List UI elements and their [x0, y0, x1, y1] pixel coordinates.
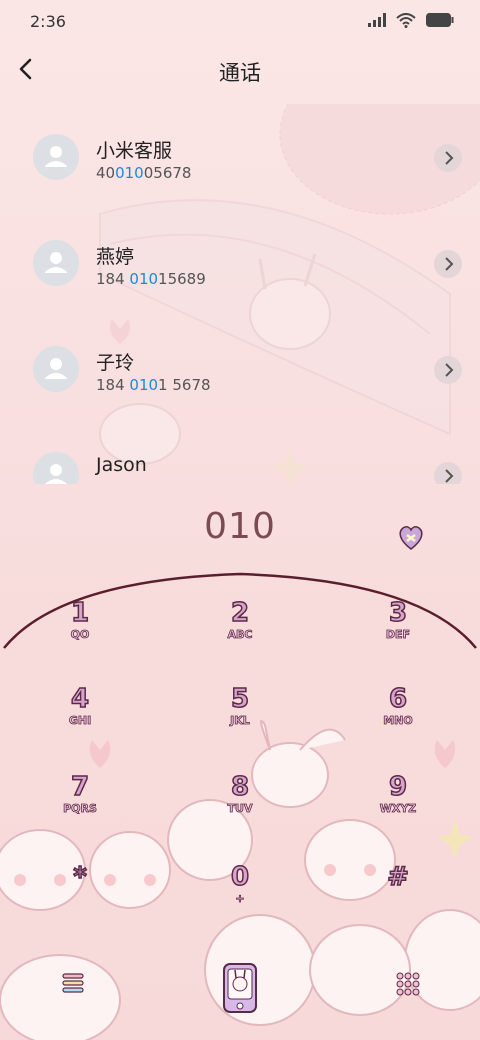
- chevron-right-icon[interactable]: [434, 462, 462, 484]
- page-title: 通话: [219, 61, 261, 85]
- key-letters: PQRS: [63, 802, 98, 816]
- contact-list[interactable]: 小米客服 4001005678 燕婷 184 01015689 子玲 184 0101 5…: [0, 104, 480, 484]
- avatar: [33, 346, 79, 392]
- contact-number: 184 0101 5678: [96, 376, 211, 394]
- header: 通话: [0, 46, 480, 96]
- chevron-right-icon[interactable]: [434, 144, 462, 172]
- contact-row[interactable]: 小米客服 4001005678: [0, 104, 480, 210]
- key-star[interactable]: *: [40, 861, 120, 932]
- key-letters: +: [235, 892, 245, 906]
- person-icon: [45, 358, 67, 379]
- key-digit: 6: [388, 683, 408, 715]
- key-letters: TUV: [227, 802, 253, 816]
- wifi-icon: [396, 12, 416, 28]
- key-digit: 2: [230, 597, 250, 629]
- contact-number: 184 01015689: [96, 270, 206, 288]
- key-6[interactable]: 6 MNO: [358, 683, 438, 754]
- key-2[interactable]: 2 ABC: [200, 597, 280, 668]
- key-9[interactable]: 9 WXYZ: [358, 771, 438, 842]
- contact-name: 燕婷: [96, 246, 135, 268]
- battery-icon: [426, 13, 454, 27]
- key-digit: 4: [70, 683, 90, 715]
- key-letters: GHI: [68, 714, 92, 728]
- key-digit: 0: [230, 861, 250, 893]
- heart-sticker-icon[interactable]: [396, 522, 426, 552]
- contact-name: 小米客服: [96, 140, 173, 162]
- contact-name: Jason: [96, 454, 147, 476]
- key-digit: #: [386, 861, 409, 893]
- signal-icon: [368, 13, 386, 27]
- avatar: [33, 134, 79, 180]
- menu-icon[interactable]: [58, 968, 88, 998]
- key-letters: QO: [70, 628, 90, 642]
- person-icon: [45, 464, 67, 484]
- status-time: 2:36: [30, 12, 66, 31]
- key-letters: DEF: [385, 628, 411, 642]
- key-4[interactable]: 4 GHI: [40, 683, 120, 754]
- key-0[interactable]: 0 +: [200, 861, 280, 932]
- key-5[interactable]: 5 JKL: [200, 683, 280, 754]
- key-digit: 8: [230, 771, 250, 803]
- key-digit: 5: [230, 683, 250, 715]
- key-letters: MNO: [383, 714, 413, 728]
- key-1[interactable]: 1 QO: [40, 597, 120, 668]
- key-8[interactable]: 8 TUV: [200, 771, 280, 842]
- key-digit: 3: [388, 597, 408, 629]
- key-digit: *: [72, 861, 87, 893]
- call-button[interactable]: [220, 962, 260, 1014]
- key-letters: WXYZ: [379, 802, 417, 816]
- key-letters: JKL: [230, 714, 250, 728]
- contact-row[interactable]: Jason: [0, 422, 480, 484]
- chevron-right-icon[interactable]: [434, 250, 462, 278]
- key-hash[interactable]: #: [358, 861, 438, 932]
- avatar: [33, 452, 79, 484]
- contact-name: 子玲: [96, 352, 135, 374]
- avatar: [33, 240, 79, 286]
- key-7[interactable]: 7 PQRS: [40, 771, 120, 842]
- person-icon: [45, 252, 67, 273]
- key-digit: 1: [70, 597, 90, 629]
- contact-row[interactable]: 子玲 184 0101 5678: [0, 316, 480, 422]
- key-3[interactable]: 3 DEF: [358, 597, 438, 668]
- keypad-toggle-icon[interactable]: [394, 970, 422, 998]
- key-letters: ABC: [227, 628, 253, 642]
- status-bar: 2:36: [0, 0, 480, 42]
- contact-number: 4001005678: [96, 164, 192, 182]
- key-digit: 9: [388, 771, 408, 803]
- key-digit: 7: [70, 771, 90, 803]
- contact-row[interactable]: 燕婷 184 01015689: [0, 210, 480, 316]
- person-icon: [45, 146, 67, 167]
- chevron-right-icon[interactable]: [434, 356, 462, 384]
